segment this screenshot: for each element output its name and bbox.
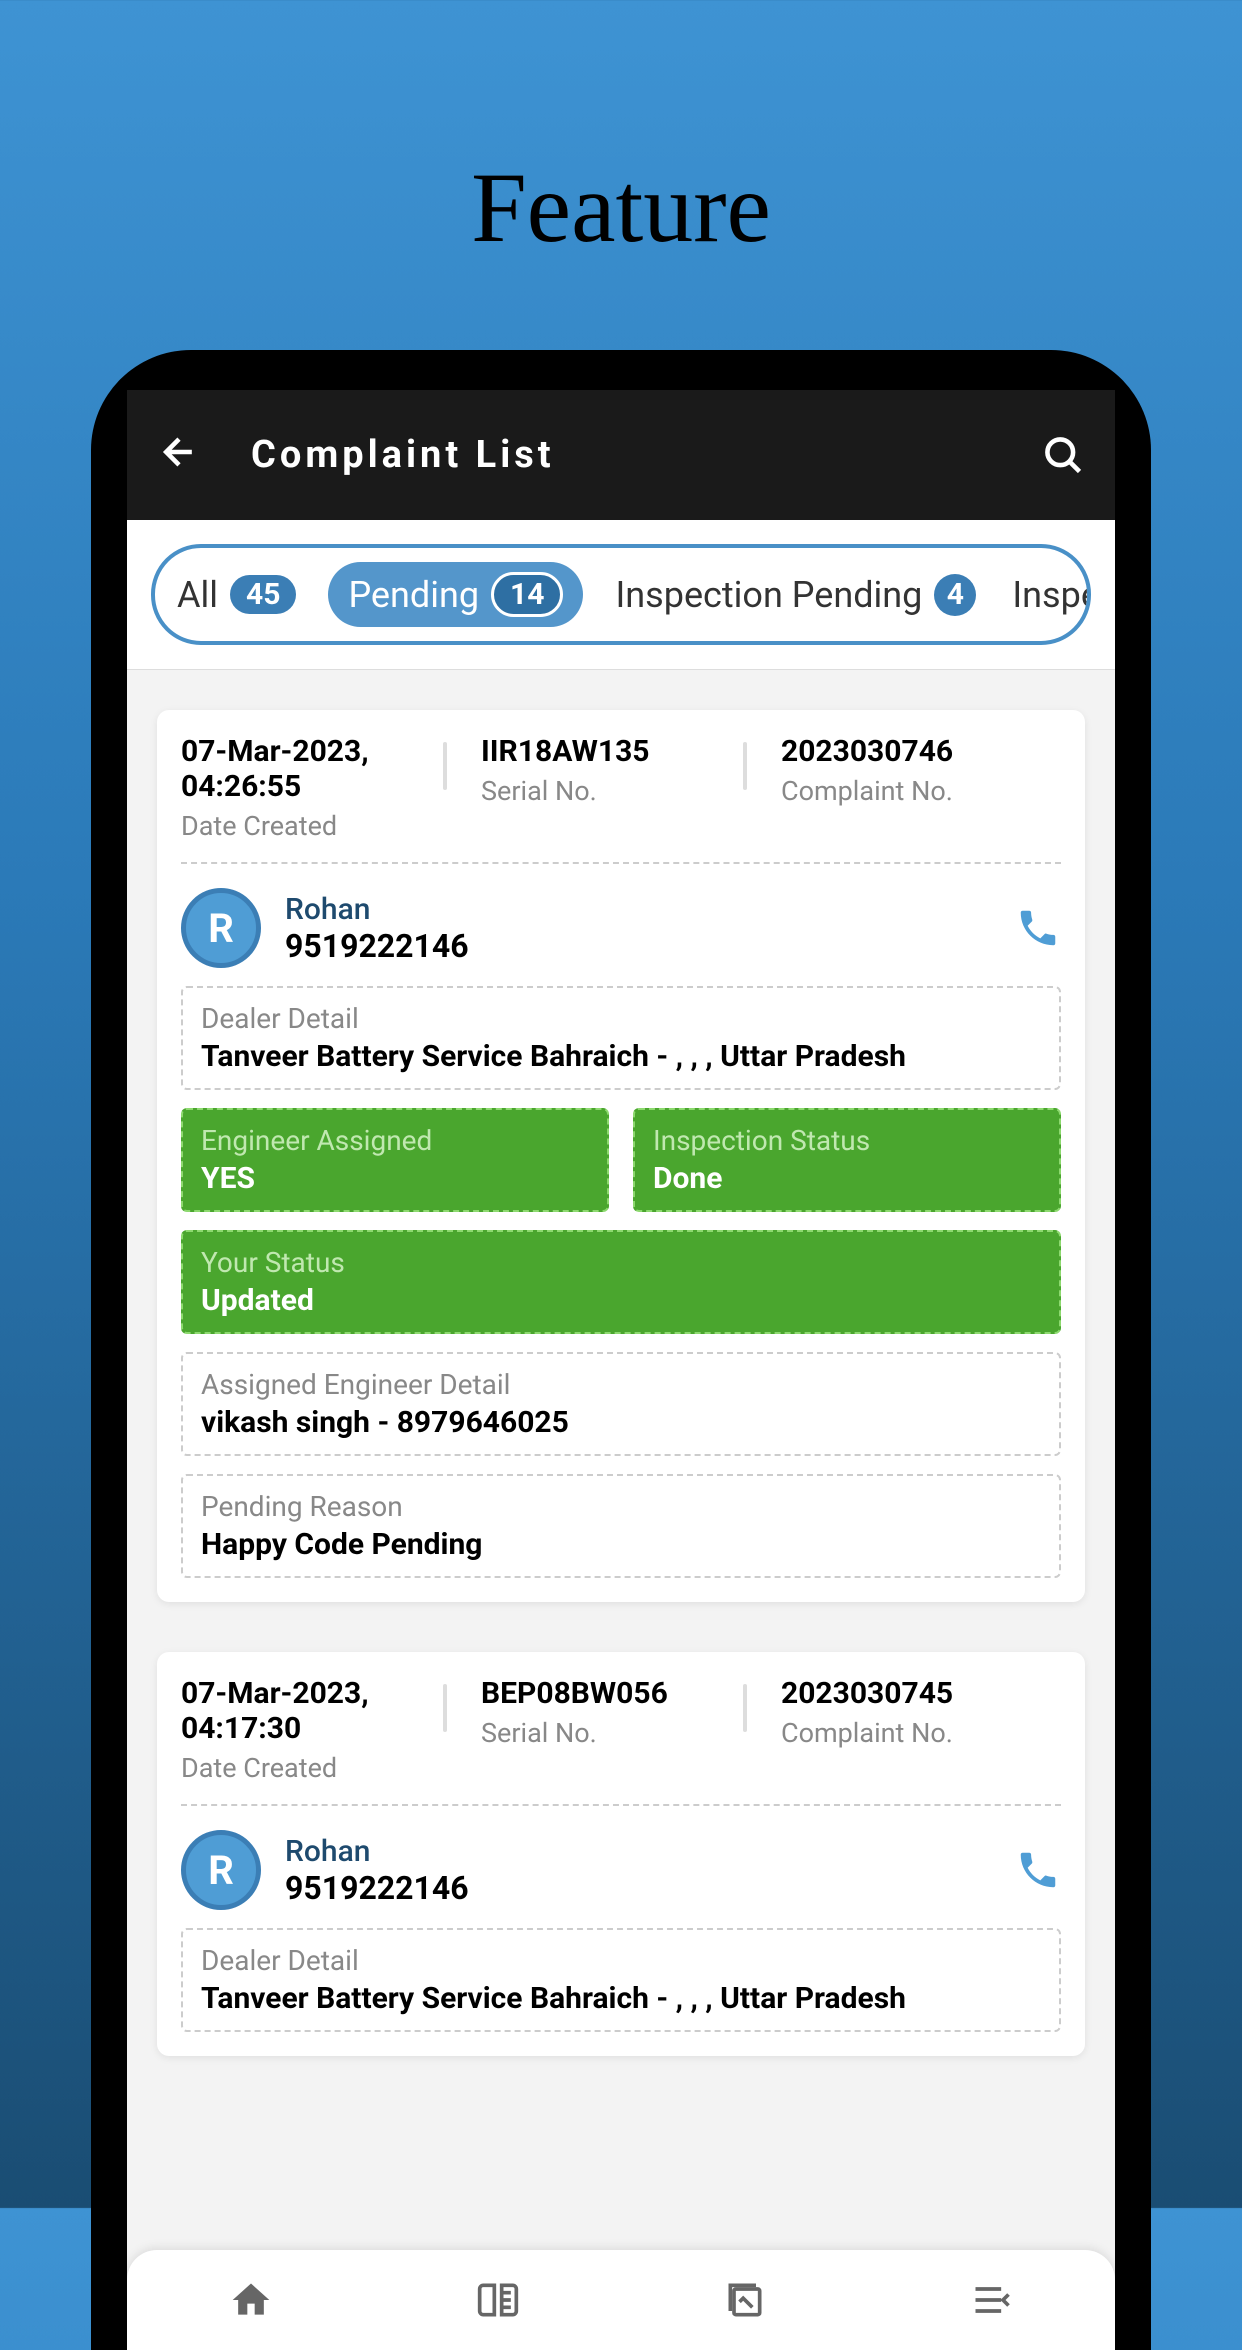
pending-reason-value: Happy Code Pending xyxy=(201,1527,1041,1562)
serial-no-value: BEP08BW056 xyxy=(481,1676,761,1711)
engineer-detail-value: vikash singh - 8979646025 xyxy=(201,1405,1041,1440)
inspection-status-value: Done xyxy=(653,1161,1041,1196)
engineer-assigned-label: Engineer Assigned xyxy=(201,1124,589,1157)
home-icon[interactable] xyxy=(229,2278,273,2322)
filter-label: Inspect xyxy=(1012,574,1091,616)
your-status-label: Your Status xyxy=(201,1246,1041,1279)
dealer-value: Tanveer Battery Service Bahraich - , , ,… xyxy=(201,1981,1041,2016)
contact-name: Rohan xyxy=(285,892,991,927)
app-header: Complaint List xyxy=(127,390,1115,520)
complaint-no-value: 2023030746 xyxy=(781,734,1061,769)
filter-label: Inspection Pending xyxy=(615,574,922,616)
filter-pills[interactable]: All 45 Pending 14 Inspection Pending 4 I… xyxy=(151,544,1091,645)
contact-avatar: R xyxy=(181,1830,261,1910)
gallery-icon[interactable] xyxy=(723,2278,767,2322)
inspection-status-label: Inspection Status xyxy=(653,1124,1041,1157)
filter-tab-inspection-pending[interactable]: Inspection Pending 4 xyxy=(611,566,980,624)
dealer-detail-box: Dealer Detail Tanveer Battery Service Ba… xyxy=(181,986,1061,1090)
status-row: Engineer Assigned YES Inspection Status … xyxy=(181,1108,1061,1212)
contact-avatar: R xyxy=(181,888,261,968)
dealer-label: Dealer Detail xyxy=(201,1002,1041,1035)
dealer-detail-box: Dealer Detail Tanveer Battery Service Ba… xyxy=(181,1928,1061,2032)
complaint-card[interactable]: 07-Mar-2023, 04:17:30 Date Created BEP08… xyxy=(157,1652,1085,2056)
pending-reason-box: Pending Reason Happy Code Pending xyxy=(181,1474,1061,1578)
filter-count-badge: 4 xyxy=(934,574,976,616)
dealer-label: Dealer Detail xyxy=(201,1944,1041,1977)
dealer-value: Tanveer Battery Service Bahraich - , , ,… xyxy=(201,1039,1041,1074)
menu-collapse-icon[interactable] xyxy=(970,2278,1014,2322)
date-created-label: Date Created xyxy=(181,810,461,842)
date-created-label: Date Created xyxy=(181,1752,461,1784)
date-created-value: 07-Mar-2023, 04:26:55 xyxy=(181,734,461,804)
phone-icon[interactable] xyxy=(1015,905,1061,951)
filter-count-badge: 45 xyxy=(230,575,296,614)
phone-screen: Complaint List All 45 Pending 14 Inspect… xyxy=(127,390,1115,2350)
engineer-assigned-box: Engineer Assigned YES xyxy=(181,1108,609,1212)
pending-reason-label: Pending Reason xyxy=(201,1490,1041,1523)
filter-tab-inspect[interactable]: Inspect xyxy=(1008,566,1091,624)
engineer-detail-label: Assigned Engineer Detail xyxy=(201,1368,1041,1401)
inspection-status-box: Inspection Status Done xyxy=(633,1108,1061,1212)
card-header: 07-Mar-2023, 04:26:55 Date Created IIR18… xyxy=(181,734,1061,864)
complaint-no-value: 2023030745 xyxy=(781,1676,1061,1711)
page-title: Feature xyxy=(0,0,1242,265)
filter-bar: All 45 Pending 14 Inspection Pending 4 I… xyxy=(127,520,1115,670)
contact-row: R Rohan 9519222146 xyxy=(181,1824,1061,1928)
filter-tab-pending[interactable]: Pending 14 xyxy=(328,562,583,627)
back-arrow-icon[interactable] xyxy=(157,430,201,481)
serial-no-value: IIR18AW135 xyxy=(481,734,761,769)
book-icon[interactable] xyxy=(476,2278,520,2322)
phone-icon[interactable] xyxy=(1015,1847,1061,1893)
header-title: Complaint List xyxy=(251,433,991,477)
contact-row: R Rohan 9519222146 xyxy=(181,882,1061,986)
date-created-value: 07-Mar-2023, 04:17:30 xyxy=(181,1676,461,1746)
filter-label: All xyxy=(177,574,218,616)
complaint-card[interactable]: 07-Mar-2023, 04:26:55 Date Created IIR18… xyxy=(157,710,1085,1602)
serial-no-label: Serial No. xyxy=(481,775,761,807)
filter-count-badge: 14 xyxy=(491,572,563,617)
contact-phone: 9519222146 xyxy=(285,1869,991,1907)
engineer-assigned-value: YES xyxy=(201,1161,589,1196)
search-icon[interactable] xyxy=(1041,433,1085,477)
contact-name: Rohan xyxy=(285,1834,991,1869)
your-status-box: Your Status Updated xyxy=(181,1230,1061,1334)
bottom-nav xyxy=(127,2250,1115,2350)
your-status-value: Updated xyxy=(201,1283,1041,1318)
contact-phone: 9519222146 xyxy=(285,927,991,965)
card-header: 07-Mar-2023, 04:17:30 Date Created BEP08… xyxy=(181,1676,1061,1806)
engineer-detail-box: Assigned Engineer Detail vikash singh - … xyxy=(181,1352,1061,1456)
serial-no-label: Serial No. xyxy=(481,1717,761,1749)
filter-label: Pending xyxy=(348,574,479,616)
filter-tab-all[interactable]: All 45 xyxy=(173,566,300,624)
complaint-no-label: Complaint No. xyxy=(781,775,1061,807)
content-area: 07-Mar-2023, 04:26:55 Date Created IIR18… xyxy=(127,670,1115,2146)
complaint-no-label: Complaint No. xyxy=(781,1717,1061,1749)
phone-frame: Complaint List All 45 Pending 14 Inspect… xyxy=(91,350,1151,2350)
